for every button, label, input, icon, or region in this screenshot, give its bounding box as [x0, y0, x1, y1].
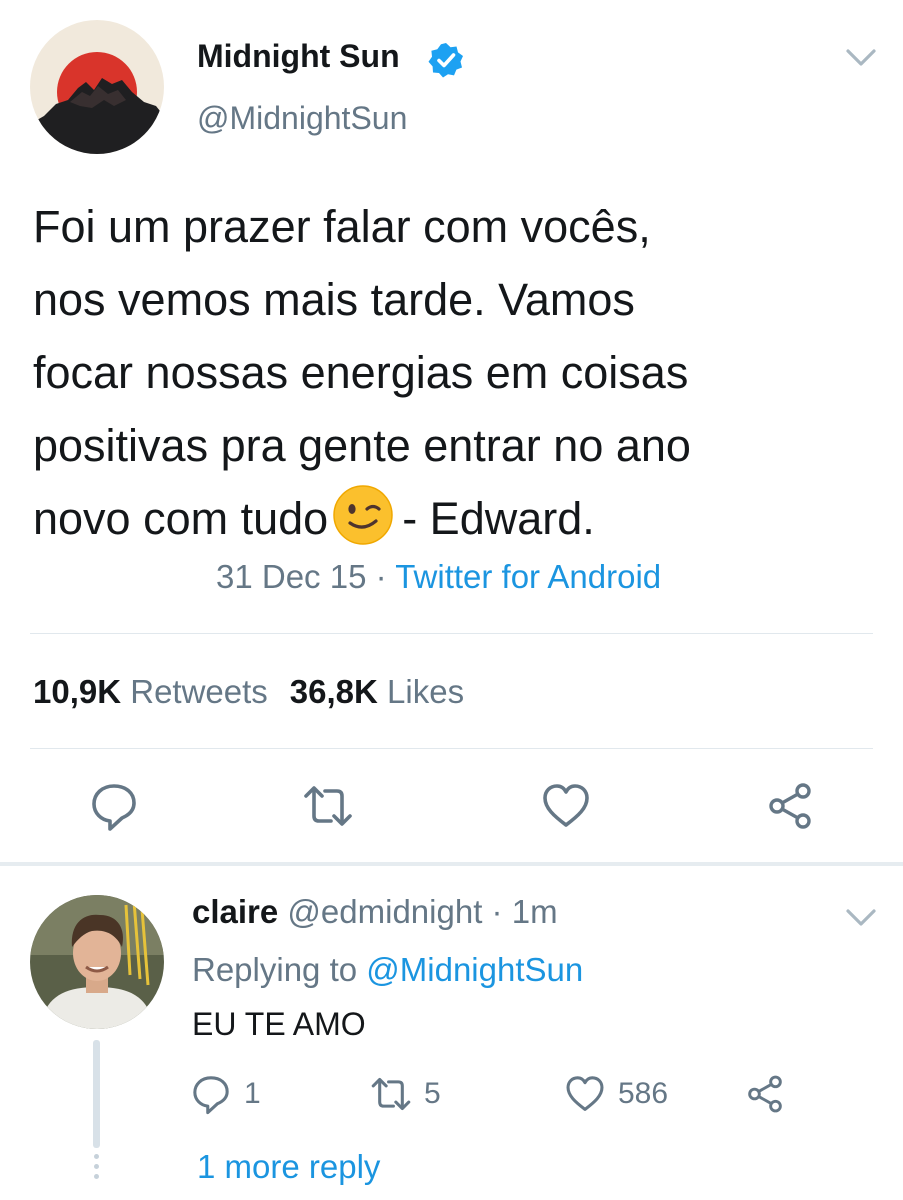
reply-reply-button[interactable]: 1: [190, 1072, 261, 1116]
tweet-text-line: focar nossas energias em coisas: [33, 347, 689, 398]
reply-retweet-count: 5: [424, 1077, 441, 1110]
verified-badge-icon: [428, 43, 463, 78]
thread-dot: [94, 1154, 99, 1159]
thread-line: [93, 1040, 100, 1148]
author-handle[interactable]: @MidnightSun: [197, 100, 407, 137]
chevron-down-icon[interactable]: [843, 45, 879, 71]
replying-to-label: Replying to: [192, 951, 358, 988]
more-replies-link[interactable]: 1 more reply: [197, 1148, 380, 1186]
tweet-text-line: novo com tudo: [33, 493, 329, 544]
author-avatar[interactable]: [30, 20, 164, 154]
retweet-icon: [371, 1077, 411, 1111]
divider: [30, 633, 873, 634]
reply-icon[interactable]: [88, 780, 140, 832]
tweet-date[interactable]: 31 Dec 15: [216, 558, 366, 595]
retweets-count: 10,9K: [33, 673, 122, 710]
replying-to: Replying to @MidnightSun: [192, 951, 583, 989]
tweet-text: Foi um prazer falar com vocês, nos vemos…: [33, 190, 883, 555]
tweet-meta: 31 Dec 15 · Twitter for Android: [216, 558, 661, 596]
replying-to-handle[interactable]: @MidnightSun: [366, 951, 583, 988]
reply-author-name[interactable]: claire: [192, 893, 278, 930]
tweet-text-line: Foi um prazer falar com vocês,: [33, 201, 651, 252]
share-icon[interactable]: [764, 780, 816, 832]
reply-text: EU TE AMO: [192, 1006, 366, 1042]
meta-separator: ·: [375, 558, 387, 595]
thread-separator: [0, 862, 903, 866]
reply-author-handle[interactable]: @edmidnight: [287, 893, 482, 930]
author-name[interactable]: Midnight Sun: [197, 38, 400, 75]
reply-author-avatar[interactable]: [30, 895, 164, 1029]
likes-count: 36,8K: [289, 673, 378, 710]
tweet-text-line: positivas pra gente entrar no ano: [33, 420, 691, 471]
like-icon: [566, 1076, 604, 1111]
tweet-text-signature: - Edward.: [402, 493, 595, 544]
likes-label: Likes: [387, 673, 465, 710]
like-icon[interactable]: [540, 780, 592, 832]
reply-icon: [193, 1076, 229, 1115]
reply-header: claire @edmidnight · 1m: [192, 893, 558, 931]
likes-stat[interactable]: 36,8K Likes: [290, 673, 464, 710]
reply-reply-count: 1: [244, 1077, 261, 1110]
tweet-text-line: nos vemos mais tarde. Vamos: [33, 274, 635, 325]
tweet-stats: 10,9K Retweets 36,8K Likes: [33, 673, 464, 711]
share-icon: [748, 1075, 782, 1113]
midnight-sun-logo: [30, 20, 164, 154]
tweet-source-link[interactable]: Twitter for Android: [395, 558, 661, 595]
divider: [30, 748, 873, 749]
meta-separator: ·: [491, 893, 503, 930]
reply-time: 1m: [511, 893, 558, 930]
retweet-icon[interactable]: [302, 780, 354, 832]
reply-like-button[interactable]: 586: [564, 1072, 668, 1116]
thread-dot: [94, 1174, 99, 1179]
tweet-text-last-line: novo com tudo - Edward.: [33, 482, 883, 555]
retweets-stat[interactable]: 10,9K Retweets: [33, 673, 268, 710]
reply-share-button[interactable]: [744, 1072, 798, 1116]
winking-face-icon: [333, 485, 393, 545]
thread-dot: [94, 1164, 99, 1169]
reply-retweet-button[interactable]: 5: [370, 1072, 441, 1116]
user-photo: [30, 895, 164, 1029]
retweets-label: Retweets: [130, 673, 268, 710]
reply-like-count: 586: [618, 1077, 669, 1110]
chevron-down-icon[interactable]: [843, 905, 879, 931]
